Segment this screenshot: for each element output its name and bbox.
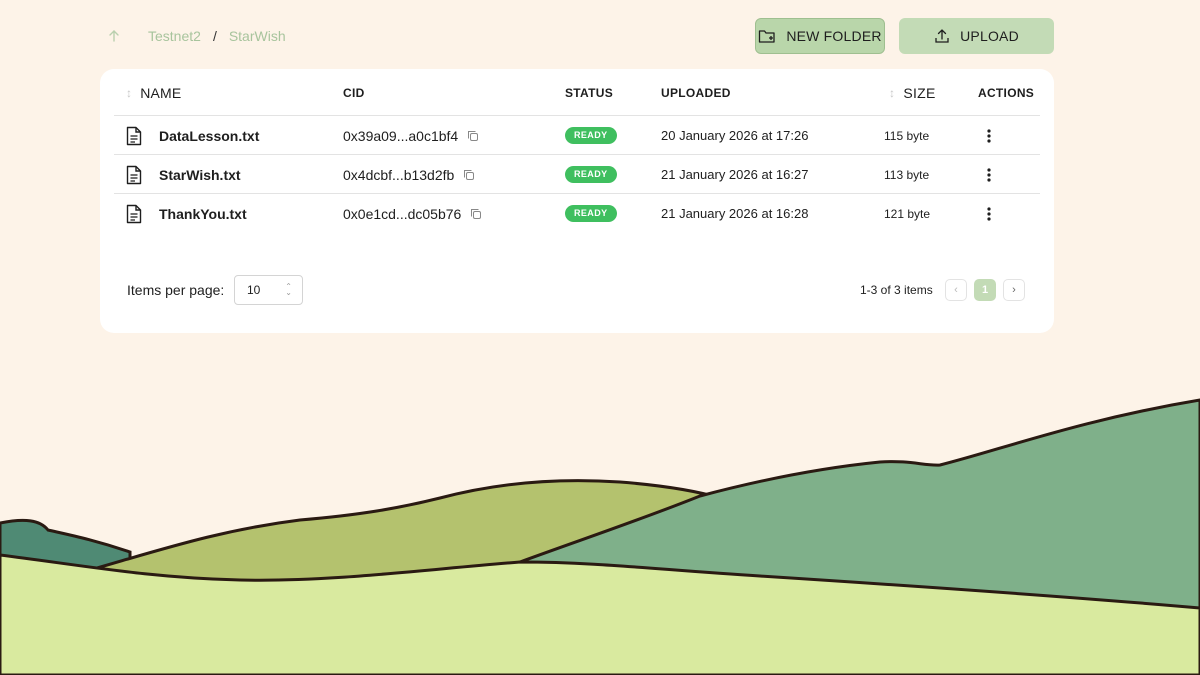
status-cell: READY bbox=[565, 116, 617, 155]
copy-icon[interactable] bbox=[467, 130, 479, 142]
page-button-current[interactable]: 1 bbox=[974, 279, 996, 301]
file-text-icon bbox=[124, 155, 144, 194]
file-size: 115 byte bbox=[884, 128, 930, 143]
new-folder-button[interactable]: NEW FOLDER bbox=[755, 18, 885, 54]
file-size: 113 byte bbox=[884, 167, 930, 182]
sort-icon[interactable]: ↕ bbox=[126, 86, 132, 100]
file-cid: 0x39a09...a0c1bf4 bbox=[343, 116, 479, 155]
sort-icon[interactable]: ↕ bbox=[889, 86, 895, 100]
new-folder-label: NEW FOLDER bbox=[786, 28, 882, 44]
folder-plus-icon bbox=[758, 28, 776, 44]
breadcrumb-item-testnet2[interactable]: Testnet2 bbox=[148, 28, 201, 44]
pagination-range: 1-3 of 3 items bbox=[860, 283, 933, 297]
select-arrows-icon: ⌃ ⌄ bbox=[285, 282, 292, 297]
status-badge: READY bbox=[565, 166, 617, 183]
table-row[interactable]: ThankYou.txt 0x0e1cd...dc05b76 READY 21 … bbox=[114, 194, 1040, 233]
items-per-page-value: 10 bbox=[247, 283, 261, 297]
copy-icon[interactable] bbox=[470, 208, 482, 220]
more-vertical-icon[interactable] bbox=[980, 194, 998, 233]
breadcrumb-item-starwish[interactable]: StarWish bbox=[229, 28, 286, 44]
status-badge: READY bbox=[565, 127, 617, 144]
table-row[interactable]: StarWish.txt 0x4dcbf...b13d2fb READY 21 … bbox=[114, 155, 1040, 194]
more-vertical-icon[interactable] bbox=[980, 155, 998, 194]
header-actions: ACTIONS bbox=[978, 85, 1035, 100]
file-size: 121 byte bbox=[884, 206, 931, 221]
file-cid-value: 0x39a09...a0c1bf4 bbox=[343, 127, 459, 144]
arrow-up-icon[interactable] bbox=[106, 28, 122, 44]
breadcrumb-separator: / bbox=[212, 28, 217, 44]
table-row[interactable]: DataLesson.txt 0x39a09...a0c1bf4 READY 2… bbox=[114, 116, 1040, 155]
file-cid: 0x4dcbf...b13d2fb bbox=[343, 155, 475, 194]
status-cell: READY bbox=[565, 194, 617, 233]
file-uploaded: 20 January 2026 at 17:26 bbox=[661, 128, 809, 143]
table-header: ↕ NAME CID STATUS UPLOADED ↕ SIZE ACTION… bbox=[114, 69, 1040, 116]
breadcrumb: Testnet2 / StarWish bbox=[106, 18, 286, 54]
header-name-label: NAME bbox=[140, 84, 182, 101]
file-text-icon bbox=[124, 194, 144, 233]
file-uploaded: 21 January 2026 at 16:28 bbox=[661, 206, 809, 221]
status-badge: READY bbox=[565, 205, 617, 222]
header-size-label: SIZE bbox=[903, 84, 936, 101]
file-name[interactable]: StarWish.txt bbox=[159, 155, 241, 194]
file-name[interactable]: ThankYou.txt bbox=[159, 194, 247, 233]
copy-icon[interactable] bbox=[463, 169, 475, 181]
table-footer: Items per page: 10 ⌃ ⌄ 1-3 of 3 items ‹ 1… bbox=[127, 275, 1027, 305]
more-vertical-icon[interactable] bbox=[980, 116, 998, 155]
file-cid: 0x0e1cd...dc05b76 bbox=[343, 194, 482, 233]
header-name[interactable]: ↕ NAME bbox=[126, 69, 181, 116]
header-uploaded: UPLOADED bbox=[661, 85, 731, 100]
upload-button[interactable]: UPLOAD bbox=[899, 18, 1054, 54]
items-per-page-select[interactable]: 10 ⌃ ⌄ bbox=[234, 275, 303, 305]
top-bar: Testnet2 / StarWish NEW FOLDER UPLOAD bbox=[100, 18, 1054, 54]
file-cid-value: 0x0e1cd...dc05b76 bbox=[343, 205, 462, 222]
chevron-right-icon[interactable]: › bbox=[1003, 279, 1025, 301]
landscape-illustration bbox=[0, 398, 1200, 675]
file-table-card: ↕ NAME CID STATUS UPLOADED ↕ SIZE ACTION… bbox=[100, 69, 1054, 333]
file-cid-value: 0x4dcbf...b13d2fb bbox=[343, 166, 455, 183]
header-size[interactable]: ↕ SIZE bbox=[889, 69, 936, 116]
file-text-icon bbox=[124, 116, 144, 155]
chevron-left-icon[interactable]: ‹ bbox=[945, 279, 967, 301]
upload-icon bbox=[934, 28, 950, 44]
file-name[interactable]: DataLesson.txt bbox=[159, 116, 259, 155]
items-per-page-label: Items per page: bbox=[127, 282, 225, 298]
status-cell: READY bbox=[565, 155, 617, 194]
header-status: STATUS bbox=[565, 85, 614, 100]
file-uploaded: 21 January 2026 at 16:27 bbox=[661, 167, 809, 182]
header-cid: CID bbox=[343, 85, 365, 100]
upload-label: UPLOAD bbox=[960, 28, 1019, 44]
